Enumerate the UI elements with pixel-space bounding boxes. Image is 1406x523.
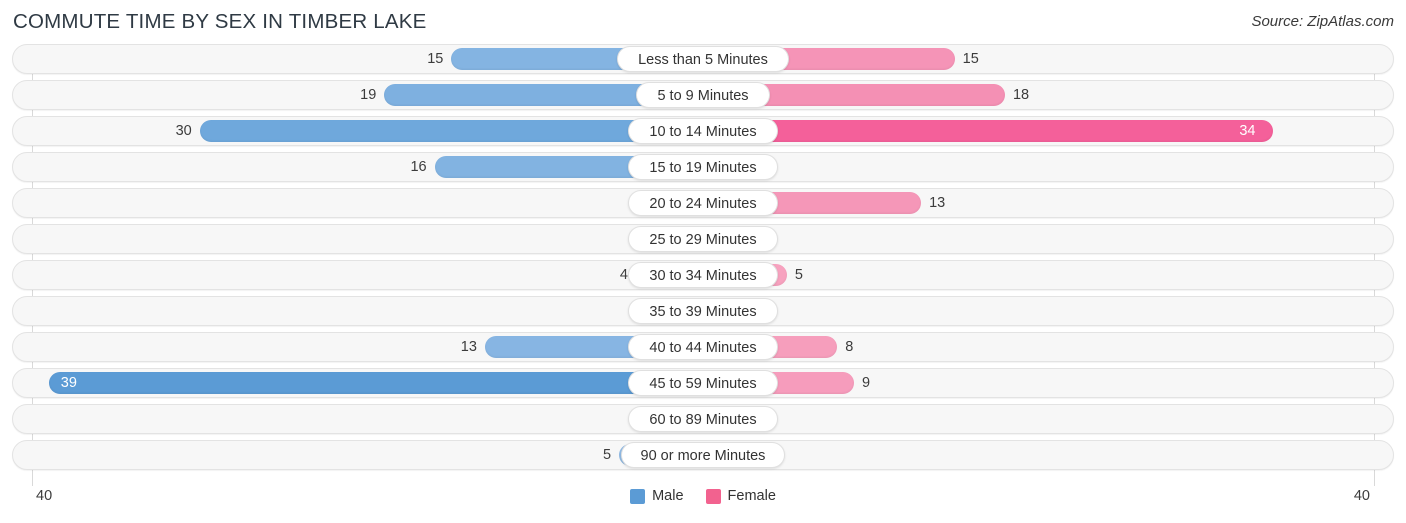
category-label: 5 to 9 Minutes <box>636 82 770 108</box>
bar-row: 0335 to 39 Minutes <box>0 296 1406 326</box>
female-value-label: 18 <box>1012 87 1030 103</box>
bar-row: 13 8 40 to 44 Minutes <box>0 332 1406 362</box>
female-bar[interactable] <box>703 120 1274 142</box>
category-label: 45 to 59 Minutes <box>628 370 778 396</box>
bar-row: 01320 to 24 Minutes <box>0 188 1406 218</box>
female-value-label: 34 <box>1239 123 1256 139</box>
bar-row: 16015 to 19 Minutes <box>0 152 1406 182</box>
female-value-label: 8 <box>845 339 854 355</box>
square-swatch-icon <box>705 488 721 504</box>
female-value-label: 15 <box>962 51 979 67</box>
category-label: 10 to 14 Minutes <box>628 118 778 144</box>
bar-rows: 15 15 Less than 5 Minutes 19 18 5 to 9 Minute… <box>0 44 1406 476</box>
bar-row: 30 34 10 to 14 Minutes <box>0 116 1406 146</box>
page-title: COMMUTE TIME BY SEX IN TIMBER LAKE <box>13 10 427 33</box>
bar-row: 0025 to 29 Minutes <box>0 224 1406 254</box>
legend-label: Male <box>652 488 684 504</box>
chart-legend: Male Female <box>0 488 1406 504</box>
category-label: 20 to 24 Minutes <box>628 190 778 216</box>
bar-row: 4 5 30 to 34 Minutes <box>0 260 1406 290</box>
male-value-label: 30 <box>175 123 192 139</box>
female-value-label: 5 <box>794 267 803 283</box>
commute-time-chart: COMMUTE TIME BY SEX IN TIMBER LAKE Sourc… <box>0 0 1406 523</box>
square-swatch-icon <box>630 488 646 504</box>
female-value-label: 9 <box>861 375 871 391</box>
category-label: 30 to 34 Minutes <box>628 262 778 288</box>
bar-row: 15 15 Less than 5 Minutes <box>0 44 1406 74</box>
male-value-label: 39 <box>60 375 77 391</box>
male-value-label: 13 <box>460 339 477 355</box>
legend-item[interactable]: Male <box>630 488 684 504</box>
legend-label: Female <box>727 488 776 504</box>
male-value-label: 19 <box>360 87 377 103</box>
bar-row: 19 18 5 to 9 Minutes <box>0 80 1406 110</box>
category-label: 40 to 44 Minutes <box>628 334 778 360</box>
bar-row: 5090 or more Minutes <box>0 440 1406 470</box>
source-attribution: Source: ZipAtlas.com <box>1251 13 1394 30</box>
category-label: Less than 5 Minutes <box>616 46 790 72</box>
male-value-label: 16 <box>410 159 427 175</box>
category-label: 25 to 29 Minutes <box>628 226 778 252</box>
chart-footer: 40 40 Male Female <box>0 484 1406 523</box>
bar-row: 39 9 45 to 59 Minutes <box>0 368 1406 398</box>
category-label: 90 or more Minutes <box>620 442 786 468</box>
chart-header: COMMUTE TIME BY SEX IN TIMBER LAKE Sourc… <box>0 0 1406 44</box>
bar-row: 2060 to 89 Minutes <box>0 404 1406 434</box>
male-value-label: 15 <box>427 51 444 67</box>
male-value-label: 5 <box>603 447 612 463</box>
category-label: 35 to 39 Minutes <box>628 298 778 324</box>
legend-item[interactable]: Female <box>705 488 776 504</box>
category-label: 60 to 89 Minutes <box>628 406 778 432</box>
male-value-label: 4 <box>619 267 628 283</box>
plot-area: 15 15 Less than 5 Minutes 19 18 5 to 9 Minute… <box>0 44 1406 486</box>
male-bar[interactable] <box>48 372 703 394</box>
female-value-label: 13 <box>929 195 946 211</box>
category-label: 15 to 19 Minutes <box>628 154 778 180</box>
